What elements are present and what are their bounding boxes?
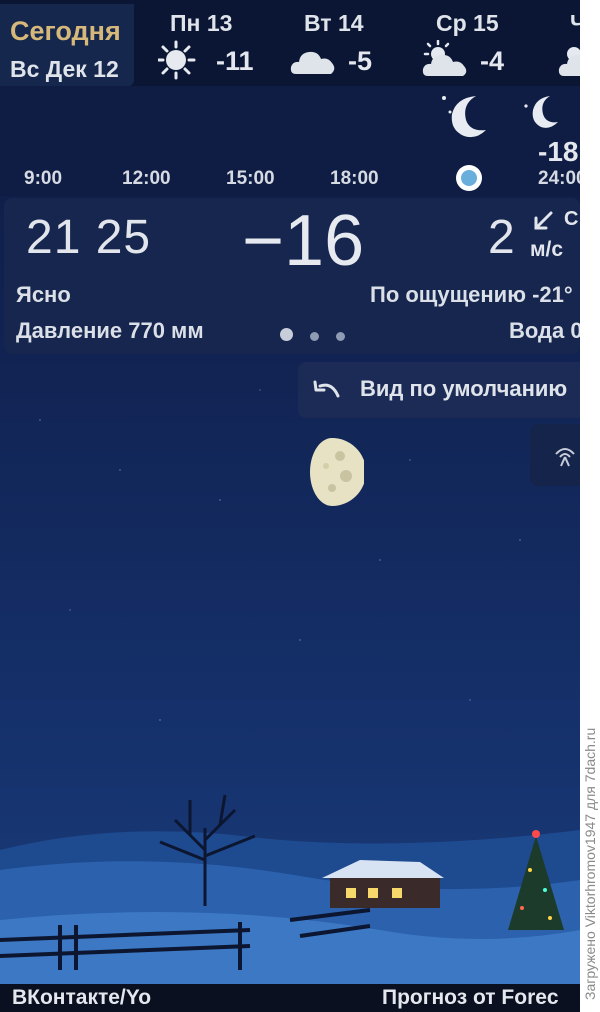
broadcast-icon <box>555 448 575 467</box>
current-conditions-panel[interactable]: 21 25 −16 2 С м/с Ясно По ощущению -21° … <box>4 198 583 354</box>
condition-text: Ясно <box>16 282 71 307</box>
day-temp: -5 <box>348 46 373 76</box>
day-label: Ср 15 <box>436 10 499 36</box>
partly-cloudy-icon <box>558 47 580 76</box>
forecast-source-link[interactable]: Прогноз от Forec <box>382 986 559 1010</box>
vk-link[interactable]: ВКонтакте/Yo <box>12 986 151 1010</box>
wind-direction: С <box>564 208 579 230</box>
day-tab-tue[interactable]: Вт 14 -5 <box>290 8 430 86</box>
moon-stars-icon <box>524 96 558 128</box>
undo-icon <box>313 380 340 398</box>
footer-bar: ВКонтакте/Yo Прогноз от Forec <box>0 984 580 1012</box>
default-view-label: Вид по умолчанию <box>360 376 568 401</box>
winter-landscape <box>0 794 580 990</box>
daily-forecast-strip: Сегодня Вс Дек 12 Пн 13 -11 Вт 14 -5 Ср … <box>0 0 580 86</box>
moon-stars-icon <box>442 96 486 138</box>
day-label: Ч <box>570 10 580 36</box>
hour-temp: -18 <box>538 136 579 167</box>
page-indicator[interactable] <box>280 328 362 346</box>
partly-cloudy-icon <box>422 40 467 76</box>
day-temp: -4 <box>480 46 505 76</box>
hour-label: 15:00 <box>226 168 275 189</box>
today-title: Сегодня <box>10 16 121 46</box>
wind-direction-icon <box>534 211 553 230</box>
today-date: Вс Дек 12 <box>10 56 119 82</box>
default-view-button[interactable]: Вид по умолчанию <box>298 362 580 418</box>
today-tab[interactable]: Сегодня Вс Дек 12 <box>0 4 134 86</box>
day-temp: -11 <box>216 46 254 76</box>
hour-label: 12:00 <box>122 168 171 189</box>
wind-speed: 2 <box>488 211 515 264</box>
page-dot <box>280 328 293 341</box>
current-time: 21 25 <box>26 211 152 264</box>
page-dot <box>310 332 319 341</box>
day-tab-mon[interactable]: Пн 13 -11 <box>158 8 298 86</box>
day-tab-wed[interactable]: Ср 15 -4 <box>422 8 562 86</box>
current-hour-marker[interactable] <box>456 165 482 191</box>
sun-icon <box>158 40 196 80</box>
feels-like: По ощущению -21° <box>370 282 573 307</box>
wind-unit: м/с <box>530 238 564 261</box>
day-tab-thu[interactable]: Ч <box>558 8 580 86</box>
weather-app: Сегодня Вс Дек 12 Пн 13 -11 Вт 14 -5 Ср … <box>0 0 600 1012</box>
watermark-text: Загружено Viktorhromov1947 для 7dach.ru <box>582 727 598 1000</box>
moon-icon <box>310 438 364 506</box>
pressure: Давление 770 мм <box>16 318 204 343</box>
hour-label: 18:00 <box>330 168 379 189</box>
live-wallpaper-button[interactable] <box>530 424 580 486</box>
cloud-icon <box>290 51 335 74</box>
current-temperature: −16 <box>242 201 365 281</box>
page-dot <box>336 332 345 341</box>
hour-label: 9:00 <box>24 168 63 189</box>
day-label: Пн 13 <box>170 10 233 36</box>
water-temp: Вода 0 <box>509 318 583 343</box>
